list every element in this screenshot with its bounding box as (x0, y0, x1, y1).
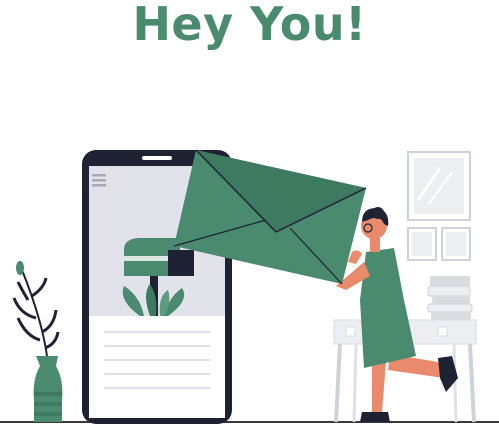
illustration-scene (0, 149, 499, 424)
phone-speaker (142, 156, 172, 160)
wall-frames (407, 151, 471, 261)
book-stack (427, 276, 473, 320)
hamburger-menu-icon (92, 174, 106, 187)
vase-icon (12, 261, 63, 422)
